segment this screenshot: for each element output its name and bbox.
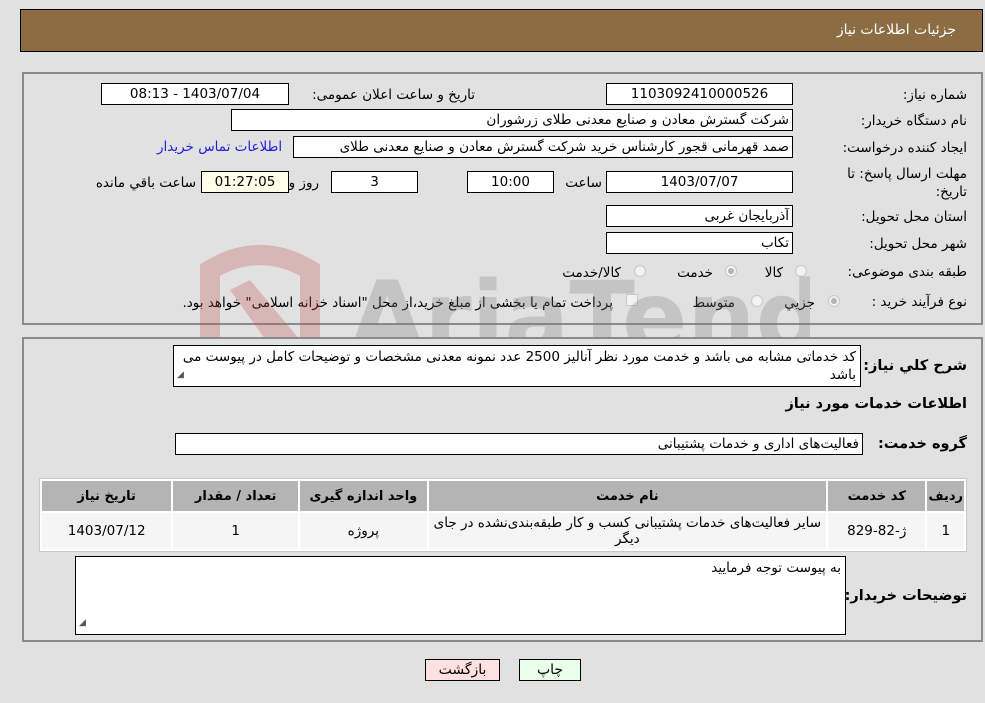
remaining-label: ساعت باقي مانده (95, 175, 196, 191)
service-group-field: فعالیت‌های اداری و خدمات پشتیبانی (175, 433, 863, 455)
cell-need-date: 1403/07/12 (42, 513, 172, 549)
creator-field: صمد قهرمانی قجور کارشناس خرید شرکت گسترش… (293, 136, 793, 158)
deadline-time-field: 10:00 (467, 171, 554, 193)
col-need-date: تاریخ نیاز (42, 481, 172, 511)
purchase-radio-medium[interactable] (751, 295, 763, 307)
description-text: کد خدماتی مشابه می باشد و خدمت مورد نظر … (182, 349, 856, 383)
description-textarea[interactable]: کد خدماتی مشابه می باشد و خدمت مورد نظر … (173, 345, 861, 387)
page-header: جزئیات اطلاعات نیاز (20, 9, 983, 52)
description-label: شرح کلي نیاز: (863, 358, 967, 374)
resize-handle-icon[interactable]: ◢ (177, 366, 184, 384)
table-row: 1 ژ-82-829 سایر فعالیت‌های خدمات پشتیبان… (42, 513, 964, 549)
buyer-contact-link[interactable]: اطلاعات تماس خریدار (157, 139, 282, 155)
cell-service-name: سایر فعالیت‌های خدمات پشتیبانی کسب و کار… (428, 513, 827, 549)
days-remaining-field: 3 (331, 171, 418, 193)
deadline-label: مهلت ارسال پاسخ: تا تاریخ: (847, 166, 967, 200)
creator-label: ایجاد کننده درخواست: (842, 140, 967, 156)
category-label: طبقه بندی موضوعی: (847, 264, 967, 280)
buyer-notes-textarea[interactable]: به پیوست توجه فرمایید ◢ (75, 556, 846, 635)
category-option-goods-service: کالا/خدمت (562, 265, 621, 281)
col-service-code: کد خدمت (828, 481, 926, 511)
print-button[interactable]: چاپ (519, 659, 581, 681)
table-header-row: ردیف کد خدمت نام خدمت واحد اندازه گیری ت… (42, 481, 964, 511)
category-radio-goods-service[interactable] (634, 265, 646, 277)
city-label: شهر محل تحویل: (869, 236, 967, 252)
category-option-goods: کالا (764, 265, 783, 281)
city-field: تکاب (606, 232, 793, 254)
services-section-title: اطلاعات خدمات مورد نیاز (785, 396, 967, 412)
buyer-notes-label: توضیحات خریدار: (844, 588, 967, 604)
buyer-org-field: شرکت گسترش معادن و صنایع معدنی طلای زرشو… (231, 109, 793, 131)
treasury-checkbox[interactable] (626, 294, 638, 306)
category-radio-goods[interactable] (795, 265, 807, 277)
purchase-radio-minor[interactable] (828, 295, 840, 307)
buyer-org-label: نام دستگاه خریدار: (860, 113, 967, 129)
col-quantity: تعداد / مقدار (173, 481, 298, 511)
back-button[interactable]: بازگشت (425, 659, 500, 681)
buyer-notes-text: به پیوست توجه فرمایید (711, 560, 841, 576)
cell-quantity: 1 (173, 513, 298, 549)
cell-unit: پروژه (300, 513, 427, 549)
col-unit: واحد اندازه گیری (300, 481, 427, 511)
remaining-time-field: 01:27:05 (201, 171, 289, 193)
announce-datetime-field: 1403/07/04 - 08:13 (101, 83, 289, 105)
time-label: ساعت (565, 175, 602, 191)
col-service-name: نام خدمت (428, 481, 827, 511)
deadline-date-field: 1403/07/07 (606, 171, 793, 193)
services-table: ردیف کد خدمت نام خدمت واحد اندازه گیری ت… (39, 478, 967, 552)
resize-handle-icon[interactable]: ◢ (79, 614, 86, 632)
purchase-option-minor: جزيي (784, 295, 815, 311)
province-field: آذربایجان غربی (606, 205, 793, 227)
cell-service-code: ژ-82-829 (828, 513, 926, 549)
need-number-field: 1103092410000526 (606, 83, 793, 105)
announce-label: تاریخ و ساعت اعلان عمومی: (312, 87, 475, 103)
service-group-label: گروه خدمت: (877, 436, 967, 452)
days-label: روز و (288, 175, 319, 191)
treasury-note: پرداخت تمام یا بخشی از مبلغ خرید،از محل … (182, 295, 613, 311)
purchase-option-medium: متوسط (692, 295, 735, 311)
page-title: جزئیات اطلاعات نیاز (836, 22, 956, 38)
category-option-service: خدمت (677, 265, 713, 281)
col-row-number: ردیف (927, 481, 964, 511)
purchase-type-label: نوع فرآیند خرید : (871, 294, 967, 310)
need-number-label: شماره نیاز: (902, 87, 967, 103)
cell-row-number: 1 (927, 513, 964, 549)
category-radio-service[interactable] (725, 265, 737, 277)
province-label: استان محل تحویل: (861, 209, 967, 225)
